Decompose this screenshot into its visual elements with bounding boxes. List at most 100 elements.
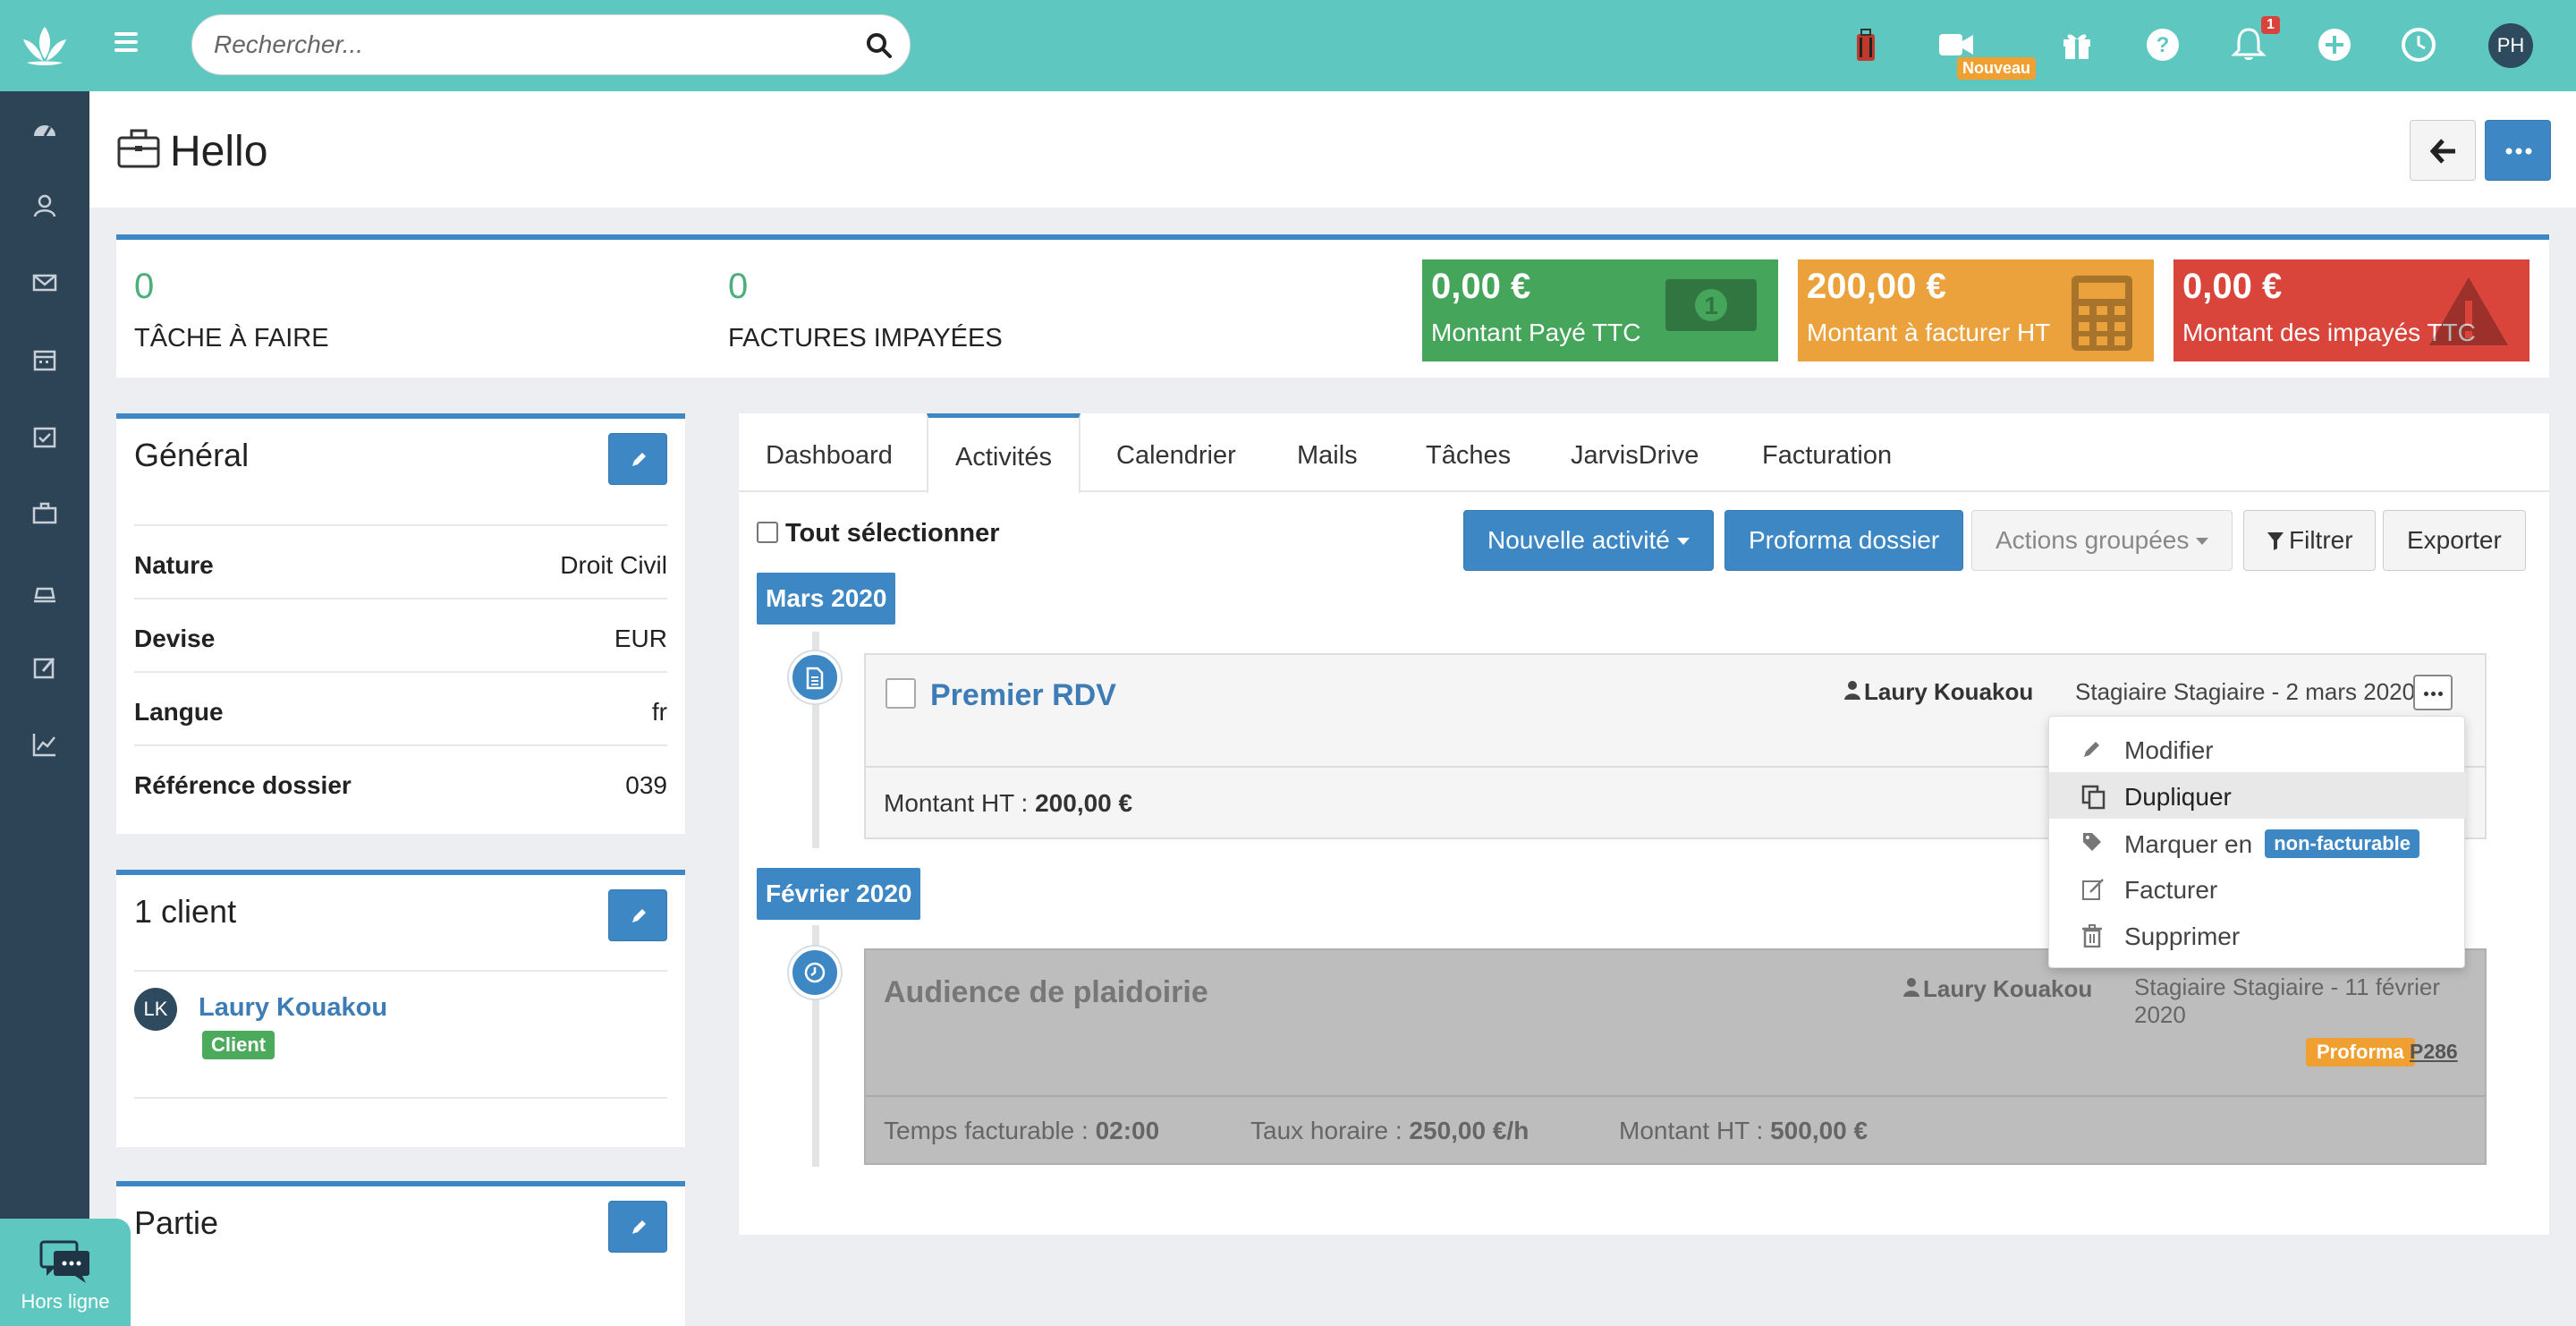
search-icon[interactable] — [865, 31, 894, 60]
menu-item-facturer[interactable]: Facturer — [2049, 865, 2466, 912]
document-timeline-icon — [789, 651, 841, 703]
clients-title: 1 client — [134, 893, 237, 930]
more-options-button[interactable] — [2485, 120, 2551, 181]
filter-icon — [2267, 532, 2284, 550]
activity-user: Laury Kouakou — [1864, 678, 2034, 705]
activity-options-menu: Modifier Dupliquer Marquer en non-factura… — [2048, 716, 2466, 968]
select-all-checkbox[interactable] — [757, 522, 778, 543]
copy-icon — [2081, 785, 2106, 810]
paid-amount-tile: 0,00 € Montant Payé TTC 1 — [1422, 259, 1778, 361]
tab-jarvisdrive[interactable]: JarvisDrive — [1544, 413, 1725, 492]
billable-time-value: 02:00 — [1095, 1117, 1160, 1144]
client-name-link[interactable]: Laury Kouakou — [199, 993, 387, 1023]
gift-icon[interactable] — [2057, 25, 2097, 64]
edit-general-button[interactable] — [608, 433, 667, 485]
partie-panel: Partie — [116, 1181, 685, 1326]
mail-icon[interactable] — [30, 268, 59, 297]
tab-activites[interactable]: Activités — [927, 413, 1080, 494]
month-header-fevrier: Février 2020 — [757, 868, 921, 920]
tab-taches[interactable]: Tâches — [1399, 413, 1538, 492]
select-all-label: Tout sélectionner — [785, 519, 1000, 548]
select-all[interactable]: Tout sélectionner — [757, 519, 1000, 548]
hourly-rate: Taux horaire : 250,00 €/h — [1250, 1117, 1529, 1145]
tab-facturation[interactable]: Facturation — [1735, 413, 1919, 492]
tab-bar: Dashboard Activités Calendrier Mails Tâc… — [739, 413, 2549, 494]
clock-icon[interactable] — [2399, 25, 2438, 64]
pencil-icon — [2084, 742, 2099, 757]
billable-time: Temps facturable : 02:00 — [884, 1117, 1159, 1145]
new-activity-label: Nouvelle activité — [1487, 526, 1670, 554]
tasks-icon[interactable] — [30, 422, 59, 451]
tab-calendrier[interactable]: Calendrier — [1089, 413, 1263, 492]
stats-icon[interactable] — [30, 730, 59, 759]
proforma-badge: Proforma — [2306, 1038, 2415, 1067]
grouped-actions-button[interactable]: Actions groupées — [1971, 510, 2233, 571]
menu-item-marquer[interactable]: Marquer en non-facturable — [2049, 819, 2466, 865]
suitcase-icon[interactable] — [1846, 25, 1885, 64]
tasks-label: TÂCHE À FAIRE — [134, 324, 329, 353]
dashboard-icon[interactable] — [30, 116, 59, 145]
proforma-ref-link[interactable]: P286 — [2410, 1040, 2458, 1064]
contacts-icon[interactable] — [30, 191, 59, 220]
filter-label: Filtrer — [2289, 526, 2353, 554]
clients-panel: 1 client LK Laury Kouakou Client — [116, 870, 685, 1147]
calculator-icon — [2072, 276, 2132, 351]
chat-status: Hors ligne — [21, 1290, 110, 1313]
activity-title-link[interactable]: Audience de plaidoirie — [884, 975, 1208, 1010]
langue-key: Langue — [134, 698, 224, 726]
tab-dashboard[interactable]: Dashboard — [739, 413, 919, 492]
help-icon[interactable]: ? — [2143, 25, 2182, 64]
menu-item-label: Dupliquer — [2124, 783, 2232, 811]
reference-row: Référence dossier 039 — [134, 744, 667, 818]
back-button[interactable] — [2410, 120, 2476, 181]
caret-down-icon — [1676, 538, 1690, 545]
menu-item-dupliquer[interactable]: Dupliquer — [2049, 772, 2466, 819]
notes-icon[interactable] — [30, 653, 59, 682]
app-logo-icon[interactable] — [18, 21, 72, 72]
hourly-rate-value: 250,00 €/h — [1409, 1117, 1530, 1144]
ellipsis-icon — [2505, 148, 2532, 155]
to-invoice-amount: 200,00 € — [1807, 267, 1946, 306]
new-activity-button[interactable]: Nouvelle activité — [1463, 510, 1714, 571]
proforma-button[interactable]: Proforma dossier — [1724, 510, 1964, 571]
filter-button[interactable]: Filtrer — [2243, 510, 2376, 571]
clock-timeline-icon — [789, 947, 841, 999]
menu-toggle-icon[interactable] — [114, 32, 138, 55]
langue-row: Langue fr — [134, 671, 667, 744]
edit-partie-button[interactable] — [608, 1201, 667, 1253]
warning-icon — [2429, 277, 2508, 345]
partie-title: Partie — [134, 1204, 219, 1241]
unpaid-amount: 0,00 € — [2182, 267, 2283, 306]
briefcase-icon[interactable] — [30, 499, 59, 528]
chat-widget[interactable]: Hors ligne — [0, 1219, 131, 1326]
pencil-icon — [632, 909, 646, 922]
search-input[interactable] — [214, 15, 858, 74]
add-circle-icon[interactable] — [2315, 25, 2354, 64]
calendar-icon[interactable] — [30, 345, 59, 374]
to-invoice-label: Montant à facturer HT — [1807, 319, 2051, 346]
grouped-actions-label: Actions groupées — [1996, 526, 2190, 554]
user-avatar[interactable]: PH — [2488, 23, 2533, 68]
activity-options-button[interactable] — [2413, 675, 2453, 710]
nature-value: Droit Civil — [560, 551, 667, 579]
tab-mails[interactable]: Mails — [1270, 413, 1385, 492]
reference-key: Référence dossier — [134, 771, 352, 799]
activity-title-link[interactable]: Premier RDV — [930, 678, 1116, 713]
menu-item-supprimer[interactable]: Supprimer — [2049, 912, 2466, 958]
edit-clients-button[interactable] — [608, 889, 667, 941]
non-facturable-badge: non-facturable — [2265, 829, 2419, 858]
search-bar — [191, 14, 911, 75]
billing-icon[interactable] — [30, 576, 59, 605]
page-header: Hello — [89, 91, 2576, 208]
amount-value: 500,00 € — [1770, 1117, 1868, 1144]
devise-row: Devise EUR — [134, 598, 667, 671]
activity-checkbox[interactable] — [886, 678, 916, 709]
divider — [134, 1097, 667, 1099]
sidebar — [0, 91, 89, 1326]
export-button[interactable]: Exporter — [2383, 510, 2526, 571]
general-panel: Général Nature Droit Civil Devise EUR La… — [116, 413, 685, 834]
menu-item-label: Marquer en — [2124, 830, 2253, 858]
user-icon — [1903, 978, 1919, 997]
menu-item-modifier[interactable]: Modifier — [2049, 726, 2466, 772]
menu-item-label: Facturer — [2124, 876, 2218, 904]
